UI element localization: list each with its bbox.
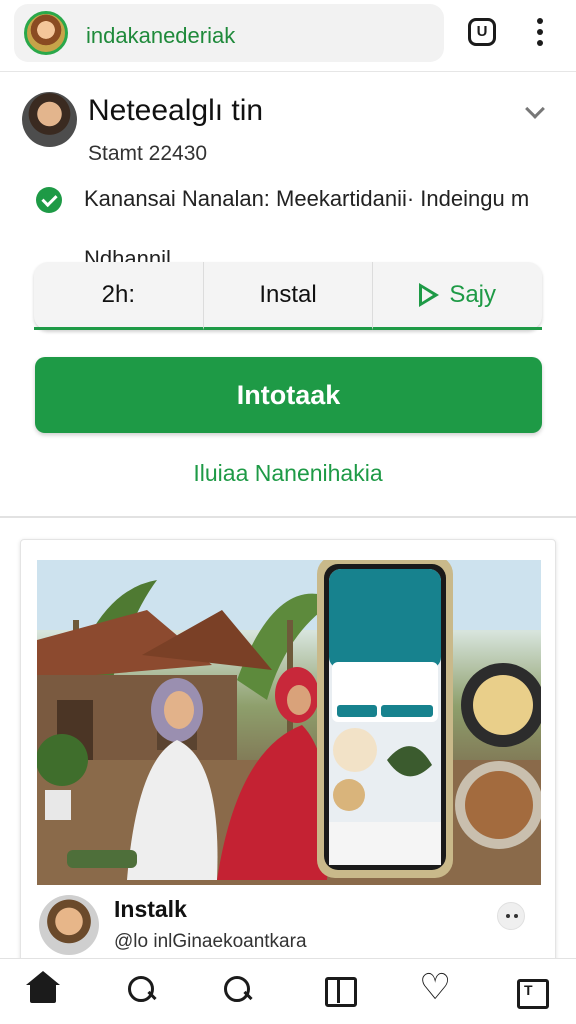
rating-label: 2h:: [101, 280, 136, 308]
search-icon[interactable]: [220, 973, 254, 1007]
browser-toolbar: indakanederiak U: [0, 0, 576, 72]
url-text: indakanederiak: [86, 23, 236, 48]
avatar[interactable]: [39, 895, 99, 955]
app-subtitle: Stamt 22430: [88, 142, 208, 165]
poster-name[interactable]: Instalk: [114, 896, 187, 923]
install-button[interactable]: Intotaak: [35, 357, 542, 433]
more-options-icon[interactable]: [497, 902, 525, 930]
section-divider: [0, 516, 576, 518]
profile-icon[interactable]: [514, 973, 549, 1009]
rating-segment[interactable]: 2h:: [34, 262, 203, 330]
chevron-down-icon[interactable]: [525, 99, 545, 119]
install-segment-label: Instal: [259, 280, 317, 308]
profile-logo-icon: [24, 11, 68, 55]
play-segment[interactable]: Sajy: [372, 262, 543, 330]
vertical-dots-icon[interactable]: [528, 14, 552, 50]
install-segment[interactable]: Instal: [202, 262, 373, 330]
check-circle-icon: [36, 187, 62, 213]
play-segment-label: Sajy: [449, 280, 497, 308]
play-icon: [419, 282, 440, 307]
search-icon[interactable]: [124, 973, 158, 1007]
post-card[interactable]: Instalk @lo inlGinaekoantkara: [20, 539, 556, 969]
post-image[interactable]: [37, 560, 541, 885]
bottom-navigation: [0, 958, 576, 1024]
app-title: Neteealglı tin: [88, 94, 264, 127]
book-icon[interactable]: [322, 973, 357, 1007]
secondary-link[interactable]: Iluiaa Nanenihakia: [0, 460, 576, 487]
action-segment-bar: 2h: Instal Sajy: [34, 262, 543, 330]
feature-item: Kanansai Nanalan: Meekartidanii· Indeing…: [84, 186, 530, 211]
home-icon[interactable]: [26, 971, 62, 1007]
tabs-button[interactable]: U: [468, 18, 496, 46]
app-avatar: [22, 92, 77, 147]
poster-handle: @lo inlGinaekoantkara: [114, 931, 307, 952]
address-bar[interactable]: indakanederiak: [14, 4, 444, 62]
heart-icon[interactable]: [418, 967, 452, 1008]
